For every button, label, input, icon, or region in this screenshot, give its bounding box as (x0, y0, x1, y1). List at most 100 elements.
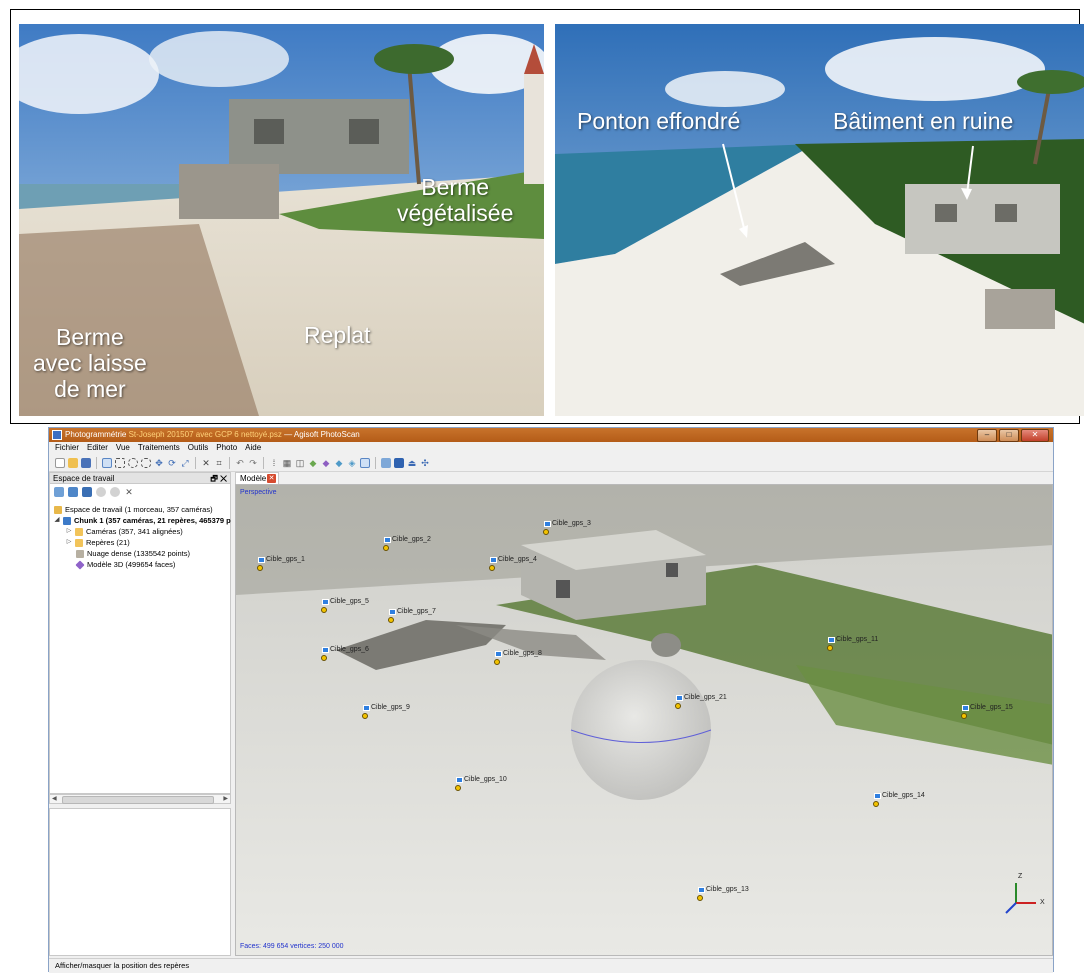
marker-flag-icon (322, 647, 329, 653)
close-button[interactable]: ✕ (1021, 429, 1049, 442)
menu-photo[interactable]: Photo (216, 442, 237, 454)
cameras-icon[interactable]: ◈ (347, 458, 357, 468)
redo-icon[interactable]: ↷ (248, 458, 258, 468)
rect-select-icon[interactable] (115, 458, 125, 468)
wireframe-icon[interactable]: ◫ (295, 458, 305, 468)
properties-pane (49, 808, 231, 956)
tree-item-workspace[interactable]: Espace de travail (1 morceau, 357 caméra… (54, 504, 213, 515)
enable-icon[interactable] (96, 487, 106, 497)
dense-icon[interactable]: ▦ (282, 458, 292, 468)
menu-fichier[interactable]: Fichier (55, 442, 79, 454)
tree-item-label: Nuage dense (1335542 points) (87, 549, 190, 558)
tree-item-label: Espace de travail (1 morceau, 357 caméra… (65, 505, 213, 514)
marker-pin-icon (494, 659, 500, 665)
marker-flag-icon (389, 609, 396, 615)
undo-icon[interactable]: ↶ (235, 458, 245, 468)
marker-pin-icon (543, 529, 549, 535)
marker-flag-icon (962, 705, 969, 711)
scroll-left-icon[interactable]: ◀ (52, 795, 57, 803)
select-icon[interactable] (102, 458, 112, 468)
solid-icon[interactable]: ◆ (308, 458, 318, 468)
marker-pin-icon (388, 617, 394, 623)
reset-view-icon[interactable] (360, 458, 370, 468)
lasso-icon[interactable] (141, 458, 151, 468)
tree-item-label: Repères (21) (86, 538, 130, 547)
scrollbar-thumb[interactable] (62, 796, 214, 804)
folder-icon (75, 538, 83, 547)
marker-pin-icon (362, 713, 368, 719)
perspective-icon[interactable] (381, 458, 391, 468)
tree-item-label: Chunk 1 (357 caméras, 21 repères, 465379… (74, 516, 231, 525)
open-icon[interactable] (68, 458, 78, 468)
tree-item-label: Caméras (357, 341 alignées) (86, 527, 183, 536)
disable-icon[interactable] (110, 487, 120, 497)
marker-pin-icon (257, 565, 263, 571)
save-icon[interactable] (81, 458, 91, 468)
menu-vue[interactable]: Vue (116, 442, 130, 454)
menu-traitements[interactable]: Traitements (138, 442, 180, 454)
pane-float-close-buttons[interactable]: 🗗 ✕ (210, 473, 227, 484)
add-chunk-icon[interactable] (54, 487, 64, 497)
textured-icon[interactable]: ◆ (321, 458, 331, 468)
tree-item-chunk[interactable]: ◢ Chunk 1 (357 caméras, 21 repères, 4653… (54, 515, 231, 526)
scroll-right-icon[interactable]: ▶ (223, 795, 228, 803)
label-berme-laisse: Berme avec laisse de mer (33, 324, 147, 402)
delete-icon[interactable]: ✕ (201, 458, 211, 468)
expand-arrow-icon[interactable]: ◢ (54, 515, 60, 526)
remove-icon[interactable]: ✕ (124, 487, 134, 497)
beach-scene-right (555, 24, 1084, 416)
minimize-button[interactable]: – (977, 429, 997, 442)
marker-flag-icon (874, 793, 881, 799)
marker-pin-icon (675, 703, 681, 709)
marker-pin-icon (827, 645, 833, 651)
tree-item-dense-cloud[interactable]: Nuage dense (1335542 points) (76, 548, 190, 559)
photoscan-window: Photogrammétrie St-Joseph 201507 avec GC… (48, 427, 1054, 973)
marker-flag-icon (495, 651, 502, 657)
marker-pin-icon (321, 655, 327, 661)
crop-icon[interactable]: ⌗ (214, 458, 224, 468)
resize-icon[interactable]: ⤢ (180, 458, 190, 468)
label-berme-vegetalisee: Berme végétalisée (397, 174, 514, 226)
model-viewport[interactable]: Perspective Faces: 499 654 vertices: 250… (235, 484, 1053, 956)
ortho-icon[interactable] (394, 458, 404, 468)
toolbar-separator (263, 457, 264, 469)
tree-item-model[interactable]: Modèle 3D (499654 faces) (75, 559, 176, 570)
toolbar-separator (195, 457, 196, 469)
horizontal-scrollbar[interactable]: ◀ ▶ (49, 794, 231, 804)
collapse-arrow-icon[interactable]: ▷ (66, 537, 72, 548)
move-icon[interactable]: ✥ (154, 458, 164, 468)
marker-pin-icon (873, 801, 879, 807)
navigation-icon[interactable]: ⏏ (407, 458, 417, 468)
model-icon (75, 559, 85, 570)
tab-model[interactable]: Modèle ✕ (235, 472, 279, 484)
add-folder-icon[interactable] (82, 487, 92, 497)
tree-item-markers[interactable]: ▷ Repères (21) (66, 537, 130, 548)
tree-item-label: Modèle 3D (499654 faces) (87, 560, 176, 569)
menu-outils[interactable]: Outils (188, 442, 208, 454)
points-icon[interactable]: ⁞ (269, 458, 279, 468)
menu-editer[interactable]: Editer (87, 442, 108, 454)
collapse-arrow-icon[interactable]: ▷ (66, 526, 72, 537)
rotate-icon[interactable]: ⟳ (167, 458, 177, 468)
menu-aide[interactable]: Aide (245, 442, 261, 454)
tree-item-cameras[interactable]: ▷ Caméras (357, 341 alignées) (66, 526, 183, 537)
new-icon[interactable] (55, 458, 65, 468)
marker-flag-icon (698, 887, 705, 893)
close-tab-icon[interactable]: ✕ (267, 474, 276, 483)
title-document: St-Joseph 201507 avec GCP 6 nettoyé.psz (128, 430, 282, 439)
marker-flag-icon (258, 557, 265, 563)
maximize-button[interactable]: □ (999, 429, 1019, 442)
circle-select-icon[interactable] (128, 458, 138, 468)
title-suffix: — Agisoft PhotoScan (284, 430, 360, 439)
dense-cloud-icon (76, 549, 84, 558)
model-stats: Faces: 499 654 vertices: 250 000 (240, 943, 344, 950)
label-ponton: Ponton effondré (577, 108, 741, 134)
marker-flag-icon (322, 599, 329, 605)
shaded-icon[interactable]: ◆ (334, 458, 344, 468)
pan-icon[interactable]: ✣ (420, 458, 430, 468)
toolbar-separator (375, 457, 376, 469)
folder-icon (75, 527, 83, 536)
add-photos-icon[interactable] (68, 487, 78, 497)
marker-pin-icon (697, 895, 703, 901)
workspace-icon (54, 505, 62, 514)
